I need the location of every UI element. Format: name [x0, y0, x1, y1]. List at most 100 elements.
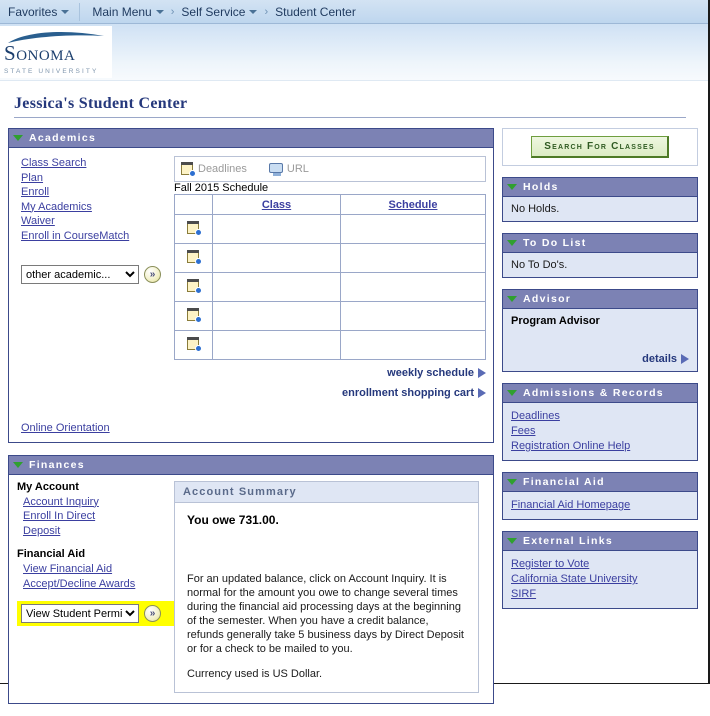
finances-panel-header[interactable]: Finances — [9, 455, 493, 475]
link-plan[interactable]: Plan — [21, 171, 174, 186]
weekly-schedule-link[interactable]: weekly schedule — [387, 367, 486, 379]
academics-go-button[interactable]: » — [144, 266, 161, 283]
collapse-triangle-icon[interactable] — [13, 135, 23, 141]
account-summary-box: Account Summary You owe 731.00. For an u… — [174, 480, 479, 693]
url-label: URL — [286, 163, 309, 175]
collapse-triangle-icon[interactable] — [507, 538, 517, 544]
advisor-details-link[interactable]: details — [642, 353, 689, 365]
monitor-icon — [268, 162, 284, 176]
calendar-icon[interactable] — [186, 336, 202, 352]
link-sirf[interactable]: SIRF — [511, 587, 689, 602]
schedule-sort-link[interactable]: Schedule — [389, 199, 438, 211]
link-enroll[interactable]: Enroll — [21, 185, 174, 200]
link-deposit[interactable]: Deposit — [23, 524, 174, 539]
my-account-header: My Account — [17, 480, 79, 493]
holds-panel-header[interactable]: Holds — [503, 178, 697, 197]
student-permissions-select[interactable]: View Student Permiss — [21, 604, 139, 623]
collapse-triangle-icon[interactable] — [507, 390, 517, 396]
breadcrumb-item-student-center[interactable]: Student Center — [275, 5, 356, 19]
academics-panel-header[interactable]: Academics — [9, 129, 493, 148]
breadcrumb-label: Main Menu — [92, 4, 152, 19]
deadlines-legend: Deadlines — [181, 162, 247, 177]
link-view-financial-aid[interactable]: View Financial Aid — [23, 562, 174, 577]
todo-panel: To Do List No To Do's. — [502, 233, 698, 278]
link-financial-aid-homepage[interactable]: Financial Aid Homepage — [511, 498, 689, 513]
financial-aid-panel-header[interactable]: Financial Aid — [503, 473, 697, 492]
breadcrumb-item-main-menu[interactable]: Main Menu — [92, 4, 164, 19]
collapse-triangle-icon[interactable] — [507, 184, 517, 190]
advisor-panel-header[interactable]: Advisor — [503, 290, 697, 309]
search-for-classes-button[interactable]: Search For Classes — [531, 136, 669, 158]
external-links-panel-header[interactable]: External Links — [503, 532, 697, 551]
link-my-academics[interactable]: My Academics — [21, 200, 174, 215]
table-row — [174, 330, 486, 360]
collapse-triangle-icon[interactable] — [507, 240, 517, 246]
shopping-cart-link[interactable]: enrollment shopping cart — [342, 387, 486, 399]
link-accept-decline-awards[interactable]: Accept/Decline Awards — [23, 577, 174, 592]
row-calendar-cell[interactable] — [174, 243, 213, 273]
schedule-cell — [340, 330, 486, 360]
admissions-panel-header[interactable]: Admissions & Records — [503, 384, 697, 403]
holds-panel-body: No Holds. — [503, 197, 697, 221]
collapse-triangle-icon[interactable] — [13, 461, 23, 468]
balance-explanation: For an updated balance, click on Account… — [187, 572, 464, 655]
link-enroll-in-direct[interactable]: Enroll In Direct — [23, 509, 174, 524]
table-row — [174, 214, 486, 244]
class-cell — [212, 330, 341, 360]
swoosh-icon — [8, 31, 104, 43]
calendar-icon[interactable] — [186, 220, 202, 236]
breadcrumb-item-self-service[interactable]: Self Service — [181, 5, 258, 19]
favorites-menu[interactable]: Favorites — [8, 5, 79, 19]
calendar-icon[interactable] — [186, 278, 202, 294]
collapse-triangle-icon[interactable] — [507, 296, 517, 302]
student-permissions-row: View Student Permiss » — [17, 601, 174, 626]
table-row — [174, 243, 486, 273]
row-calendar-cell[interactable] — [174, 214, 213, 244]
holds-header-label: Holds — [523, 181, 559, 193]
link-deadlines[interactable]: Deadlines — [511, 409, 689, 424]
table-header-row: Class Schedule — [174, 194, 486, 215]
class-cell — [212, 272, 341, 302]
fall-schedule-table: Class Schedule — [174, 194, 486, 360]
orientation-row: Online Orientation — [9, 407, 493, 442]
schedule-column-header: Schedule — [340, 194, 486, 215]
link-california-state-university[interactable]: California State University — [511, 572, 689, 587]
link-class-search[interactable]: Class Search — [21, 156, 174, 171]
left-column: Academics Class Search Plan Enroll My Ac… — [8, 128, 494, 716]
arrow-right-icon — [681, 354, 689, 364]
icon-column-header — [174, 194, 213, 215]
holds-status-text: No Holds. — [511, 203, 560, 215]
todo-panel-body: No To Do's. — [503, 253, 697, 277]
link-account-inquiry[interactable]: Account Inquiry — [23, 495, 174, 510]
advisor-panel-body: Program Advisor details — [503, 309, 697, 371]
breadcrumb: Favorites Main Menu › Self Service › Stu… — [0, 0, 708, 24]
row-calendar-cell[interactable] — [174, 330, 213, 360]
logo-subtitle: STATE UNIVERSITY — [4, 68, 99, 75]
table-row — [174, 301, 486, 331]
link-enroll-coursematch[interactable]: Enroll in CourseMatch — [21, 229, 174, 244]
link-waiver[interactable]: Waiver — [21, 214, 174, 229]
link-registration-online-help[interactable]: Registration Online Help — [511, 439, 689, 454]
row-calendar-cell[interactable] — [174, 301, 213, 331]
todo-panel-header[interactable]: To Do List — [503, 234, 697, 253]
row-calendar-cell[interactable] — [174, 272, 213, 302]
finances-links: My Account Account Inquiry Enroll In Dir… — [9, 481, 174, 693]
financial-aid-links: View Financial Aid Accept/Decline Awards — [17, 562, 174, 591]
calendar-icon[interactable] — [186, 307, 202, 323]
link-register-to-vote[interactable]: Register to Vote — [511, 557, 689, 572]
other-academic-select[interactable]: other academic... — [21, 265, 139, 284]
favorites-label: Favorites — [8, 4, 58, 19]
finances-go-button[interactable]: » — [144, 605, 161, 622]
breadcrumb-separator: › — [170, 5, 175, 18]
admissions-panel: Admissions & Records Deadlines Fees Regi… — [502, 383, 698, 461]
link-online-orientation[interactable]: Online Orientation — [21, 422, 110, 434]
collapse-triangle-icon[interactable] — [507, 479, 517, 485]
header-band: SONOMA STATE UNIVERSITY — [0, 24, 708, 81]
link-fees[interactable]: Fees — [511, 424, 689, 439]
calendar-icon[interactable] — [186, 249, 202, 265]
class-sort-link[interactable]: Class — [262, 199, 291, 211]
breadcrumb-separator: › — [264, 5, 269, 18]
logo-wordmark: SONOMA — [4, 41, 76, 65]
advisor-details-row: details — [511, 353, 689, 365]
sonoma-state-logo: SONOMA STATE UNIVERSITY — [0, 26, 112, 78]
